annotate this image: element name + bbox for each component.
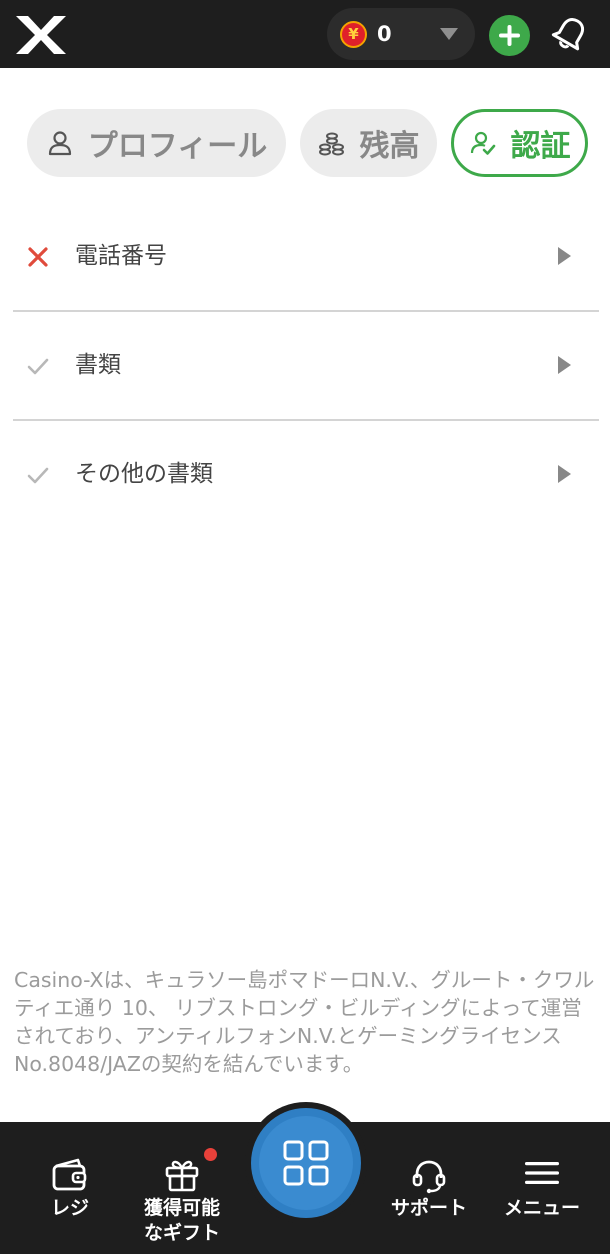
nav-gifts-label-line2: なギフト	[143, 1222, 220, 1244]
verification-item-other-documents[interactable]: その他の書類	[13, 422, 599, 530]
chevron-down-icon	[440, 28, 458, 40]
nav-cashier[interactable]: レジ	[25, 1122, 115, 1254]
notifications-button[interactable]	[551, 14, 589, 54]
verification-item-label: その他の書類	[75, 461, 213, 487]
wallet-icon	[52, 1158, 87, 1191]
verification-item-label: 電話番号	[75, 243, 167, 269]
deposit-button[interactable]	[489, 15, 530, 56]
nav-gifts-label-line1: 獲得可能	[143, 1197, 220, 1219]
balance-selector[interactable]: ¥ 0	[327, 8, 475, 60]
verification-item-label: 書類	[75, 352, 121, 378]
user-check-icon	[470, 131, 495, 155]
tab-balance[interactable]: 残高	[300, 109, 437, 177]
chevron-right-icon	[558, 356, 571, 374]
user-icon	[48, 131, 71, 156]
nav-gifts[interactable]: 獲得可能 なギフト	[128, 1122, 236, 1254]
balance-value: 0	[377, 22, 392, 46]
chevron-right-icon	[558, 247, 571, 265]
account-verification-page: ¥ 0 プロフィール 残高 認証 電話番号 書類 その他の書類 Casino-X…	[0, 0, 610, 1254]
bell-icon	[551, 18, 585, 51]
nav-menu-label: メニュー	[503, 1197, 580, 1219]
verification-item-phone[interactable]: 電話番号	[13, 204, 599, 312]
hamburger-menu-icon	[525, 1162, 559, 1184]
tab-profile[interactable]: プロフィール	[27, 109, 286, 177]
yen-coin-icon: ¥	[340, 21, 367, 48]
grid-icon	[283, 1140, 329, 1186]
cross-icon	[28, 247, 48, 267]
plus-icon	[499, 25, 520, 46]
check-icon	[27, 358, 49, 375]
nav-support-label: サポート	[390, 1197, 467, 1219]
coins-icon	[318, 132, 344, 156]
tab-verification-label: 認証	[510, 129, 571, 164]
top-bar: ¥ 0	[0, 0, 610, 68]
verification-item-documents[interactable]: 書類	[13, 313, 599, 421]
casino-x-logo[interactable]	[14, 14, 68, 56]
tab-balance-label: 残高	[359, 129, 420, 164]
nav-support[interactable]: サポート	[383, 1122, 475, 1254]
games-lobby-button[interactable]	[251, 1108, 361, 1218]
headset-icon	[412, 1160, 446, 1194]
chevron-right-icon	[558, 465, 571, 483]
tab-profile-label: プロフィール	[87, 129, 268, 164]
gift-icon	[165, 1160, 199, 1192]
notification-dot	[204, 1148, 217, 1161]
legal-notice: Casino-Xは、キュラソー島ポマドーロN.V.、グルート・クワルティエ通り …	[14, 968, 595, 1076]
nav-cashier-label: レジ	[50, 1197, 89, 1219]
nav-menu[interactable]: メニュー	[493, 1122, 591, 1254]
check-icon	[27, 467, 49, 484]
tab-verification[interactable]: 認証	[451, 109, 588, 177]
